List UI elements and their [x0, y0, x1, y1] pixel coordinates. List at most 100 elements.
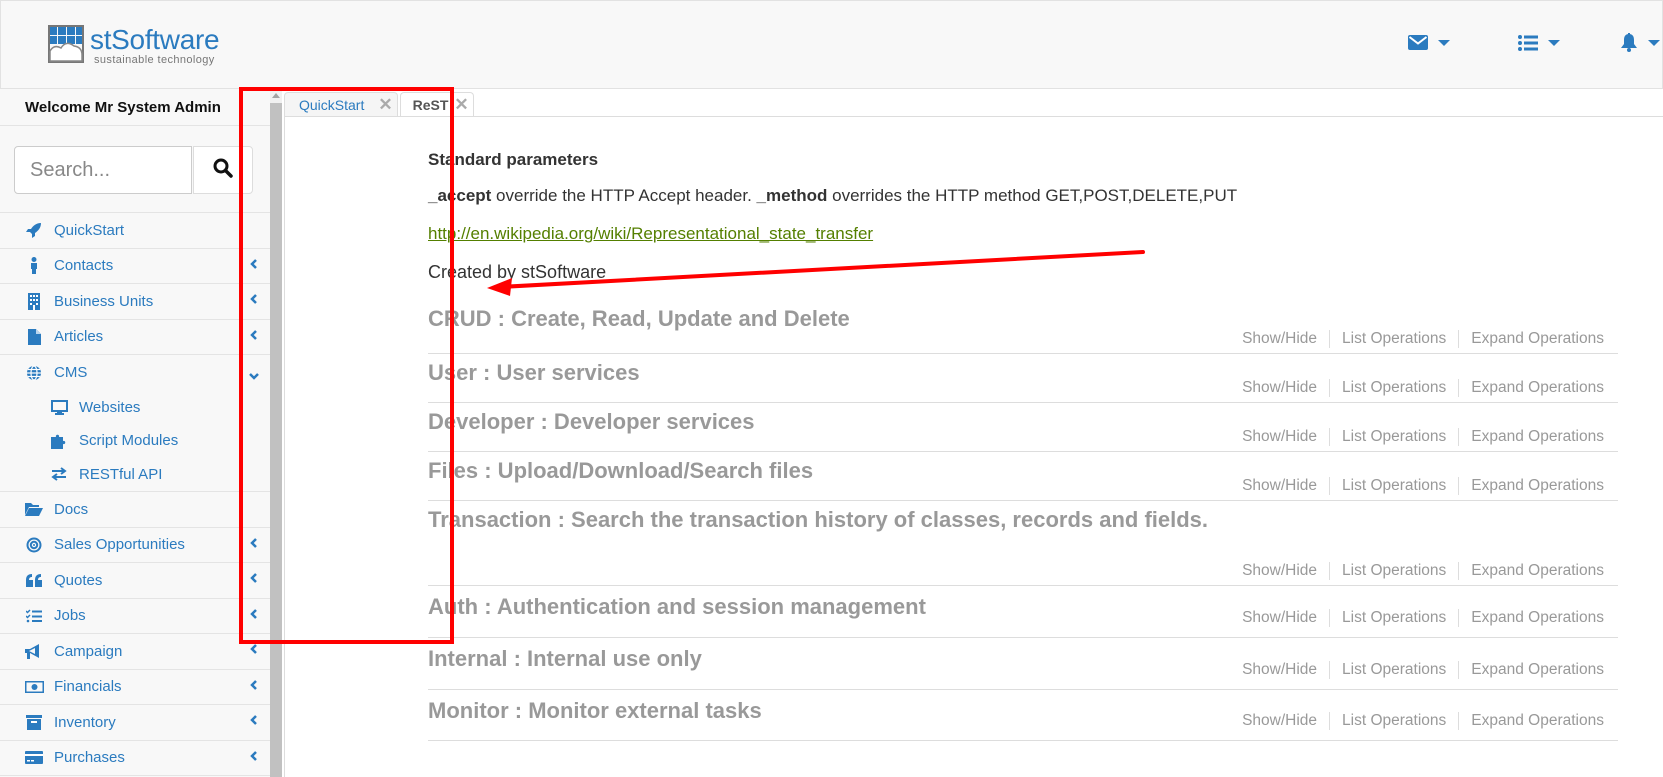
tab-rest[interactable]: ReST ✕ — [399, 92, 474, 116]
sidebar-item-financials[interactable]: Financials — [0, 670, 271, 705]
api-docs-content: Standard parameters _accept override the… — [428, 140, 1618, 741]
show-hide-link[interactable]: Show/Hide — [1230, 609, 1329, 627]
resource-monitor: Monitor : Monitor external tasks Show/Hi… — [428, 690, 1618, 741]
show-hide-link[interactable]: Show/Hide — [1230, 477, 1329, 495]
top-navbar: stSoftware sustainable technology — [0, 0, 1663, 89]
sidebar-item-docs[interactable]: Docs — [0, 492, 271, 528]
show-hide-link[interactable]: Show/Hide — [1230, 428, 1329, 446]
sidebar-item-jobs[interactable]: Jobs — [0, 599, 271, 634]
scroll-up-arrow-icon[interactable] — [272, 93, 280, 98]
building-icon — [24, 292, 44, 310]
sidebar-item-label: Business Units — [54, 292, 154, 310]
chevron-left-icon — [250, 328, 258, 345]
list-operations-link[interactable]: List Operations — [1329, 477, 1458, 495]
search-button[interactable] — [193, 146, 253, 194]
sidebar-item-cms[interactable]: CMS — [0, 355, 271, 391]
expand-operations-link[interactable]: Expand Operations — [1458, 609, 1604, 627]
sidebar-item-label: Financials — [54, 678, 122, 696]
sidebar-item-campaign[interactable]: Campaign — [0, 634, 271, 670]
tasks-icon — [24, 609, 44, 623]
expand-operations-link[interactable]: Expand Operations — [1458, 562, 1604, 580]
sidebar-item-quotes[interactable]: Quotes — [0, 563, 271, 599]
bell-icon — [1620, 33, 1638, 52]
close-icon[interactable]: ✕ — [378, 95, 392, 115]
list-operations-link[interactable]: List Operations — [1329, 379, 1458, 397]
sidebar-item-label: Purchases — [54, 749, 125, 767]
messages-dropdown[interactable] — [1408, 33, 1450, 52]
expand-operations-link[interactable]: Expand Operations — [1458, 379, 1604, 397]
caret-down-icon — [1548, 39, 1560, 46]
sidebar-subitem-restful-api[interactable]: RESTful API — [0, 458, 271, 492]
tasks-dropdown[interactable] — [1518, 33, 1560, 52]
sidebar-item-label: Docs — [54, 500, 89, 518]
desktop-icon — [49, 399, 69, 415]
tab-label: ReST — [412, 96, 449, 113]
chevron-left-icon — [250, 536, 258, 553]
sidebar-item-sales-opportunities[interactable]: Sales Opportunities — [0, 528, 271, 563]
show-hide-link[interactable]: Show/Hide — [1230, 661, 1329, 679]
sidebar-subitem-websites[interactable]: Websites — [0, 391, 271, 425]
resource-developer: Developer : Developer services Show/Hide… — [428, 403, 1618, 452]
param-method-name: _method — [756, 186, 828, 205]
resource-operations: Show/Hide List Operations Expand Operati… — [1230, 609, 1604, 627]
chevron-left-icon — [250, 257, 258, 274]
chevron-left-icon — [250, 607, 258, 624]
sidebar-item-label: Campaign — [54, 642, 123, 660]
sidebar-item-business-units[interactable]: Business Units — [0, 284, 271, 320]
sidebar-item-contacts[interactable]: Contacts — [0, 249, 271, 284]
resource-title[interactable]: Transaction : Search the transaction his… — [428, 501, 1618, 533]
list-operations-link[interactable]: List Operations — [1329, 330, 1458, 348]
sidebar-item-articles[interactable]: Articles — [0, 320, 271, 355]
envelope-icon — [1408, 35, 1428, 50]
scrollbar-thumb[interactable] — [270, 103, 282, 777]
expand-operations-link[interactable]: Expand Operations — [1458, 661, 1604, 679]
sidebar-item-label: QuickStart — [54, 221, 125, 239]
list-operations-link[interactable]: List Operations — [1329, 661, 1458, 679]
tab-label: QuickStart — [299, 96, 365, 113]
list-operations-link[interactable]: List Operations — [1329, 712, 1458, 730]
show-hide-link[interactable]: Show/Hide — [1230, 712, 1329, 730]
quote-icon — [24, 573, 44, 587]
expand-operations-link[interactable]: Expand Operations — [1458, 428, 1604, 446]
created-by: Created by stSoftware — [428, 262, 607, 282]
sidebar: Welcome Mr System Admin QuickStart Conta… — [0, 89, 272, 777]
file-icon — [24, 328, 44, 345]
notifications-dropdown[interactable] — [1620, 33, 1660, 52]
close-icon[interactable]: ✕ — [454, 95, 468, 115]
list-operations-link[interactable]: List Operations — [1329, 562, 1458, 580]
sidebar-subitem-script-modules[interactable]: Script Modules — [0, 424, 271, 458]
sidebar-item-quickstart[interactable]: QuickStart — [0, 213, 271, 249]
caret-down-icon — [1648, 39, 1660, 46]
show-hide-link[interactable]: Show/Hide — [1230, 562, 1329, 580]
logo[interactable]: stSoftware sustainable technology — [48, 24, 220, 66]
caret-down-icon — [1438, 39, 1450, 46]
chevron-down-icon — [248, 367, 260, 384]
exchange-icon — [49, 467, 69, 482]
expand-operations-link[interactable]: Expand Operations — [1458, 712, 1604, 730]
rest-link-row: http://en.wikipedia.org/wiki/Representat… — [428, 216, 1618, 254]
standard-parameters-heading: Standard parameters — [428, 150, 599, 169]
expand-operations-link[interactable]: Expand Operations — [1458, 330, 1604, 348]
search-input[interactable] — [14, 146, 192, 194]
logo-name: stSoftware — [90, 24, 220, 55]
list-operations-link[interactable]: List Operations — [1329, 609, 1458, 627]
resource-title[interactable]: CRUD : Create, Read, Update and Delete — [428, 306, 1618, 332]
resource-operations: Show/Hide List Operations Expand Operati… — [1230, 428, 1604, 446]
sidebar-scrollbar[interactable] — [270, 89, 282, 777]
sidebar-item-purchases[interactable]: Purchases — [0, 741, 271, 776]
show-hide-link[interactable]: Show/Hide — [1230, 379, 1329, 397]
expand-operations-link[interactable]: Expand Operations — [1458, 477, 1604, 495]
money-icon — [24, 680, 44, 693]
globe-icon — [24, 365, 44, 381]
list-operations-link[interactable]: List Operations — [1329, 428, 1458, 446]
folder-open-icon — [24, 502, 44, 517]
logo-tagline: sustainable technology — [94, 54, 215, 66]
sidebar-item-label: CMS — [54, 364, 88, 382]
tab-quickstart[interactable]: QuickStart ✕ — [284, 92, 398, 116]
bullhorn-icon — [24, 643, 44, 659]
sidebar-item-inventory[interactable]: Inventory — [0, 705, 271, 741]
logo-mark-icon — [48, 25, 84, 63]
rest-wikipedia-link[interactable]: http://en.wikipedia.org/wiki/Representat… — [428, 224, 873, 243]
chevron-left-icon — [250, 642, 258, 659]
show-hide-link[interactable]: Show/Hide — [1230, 330, 1329, 348]
